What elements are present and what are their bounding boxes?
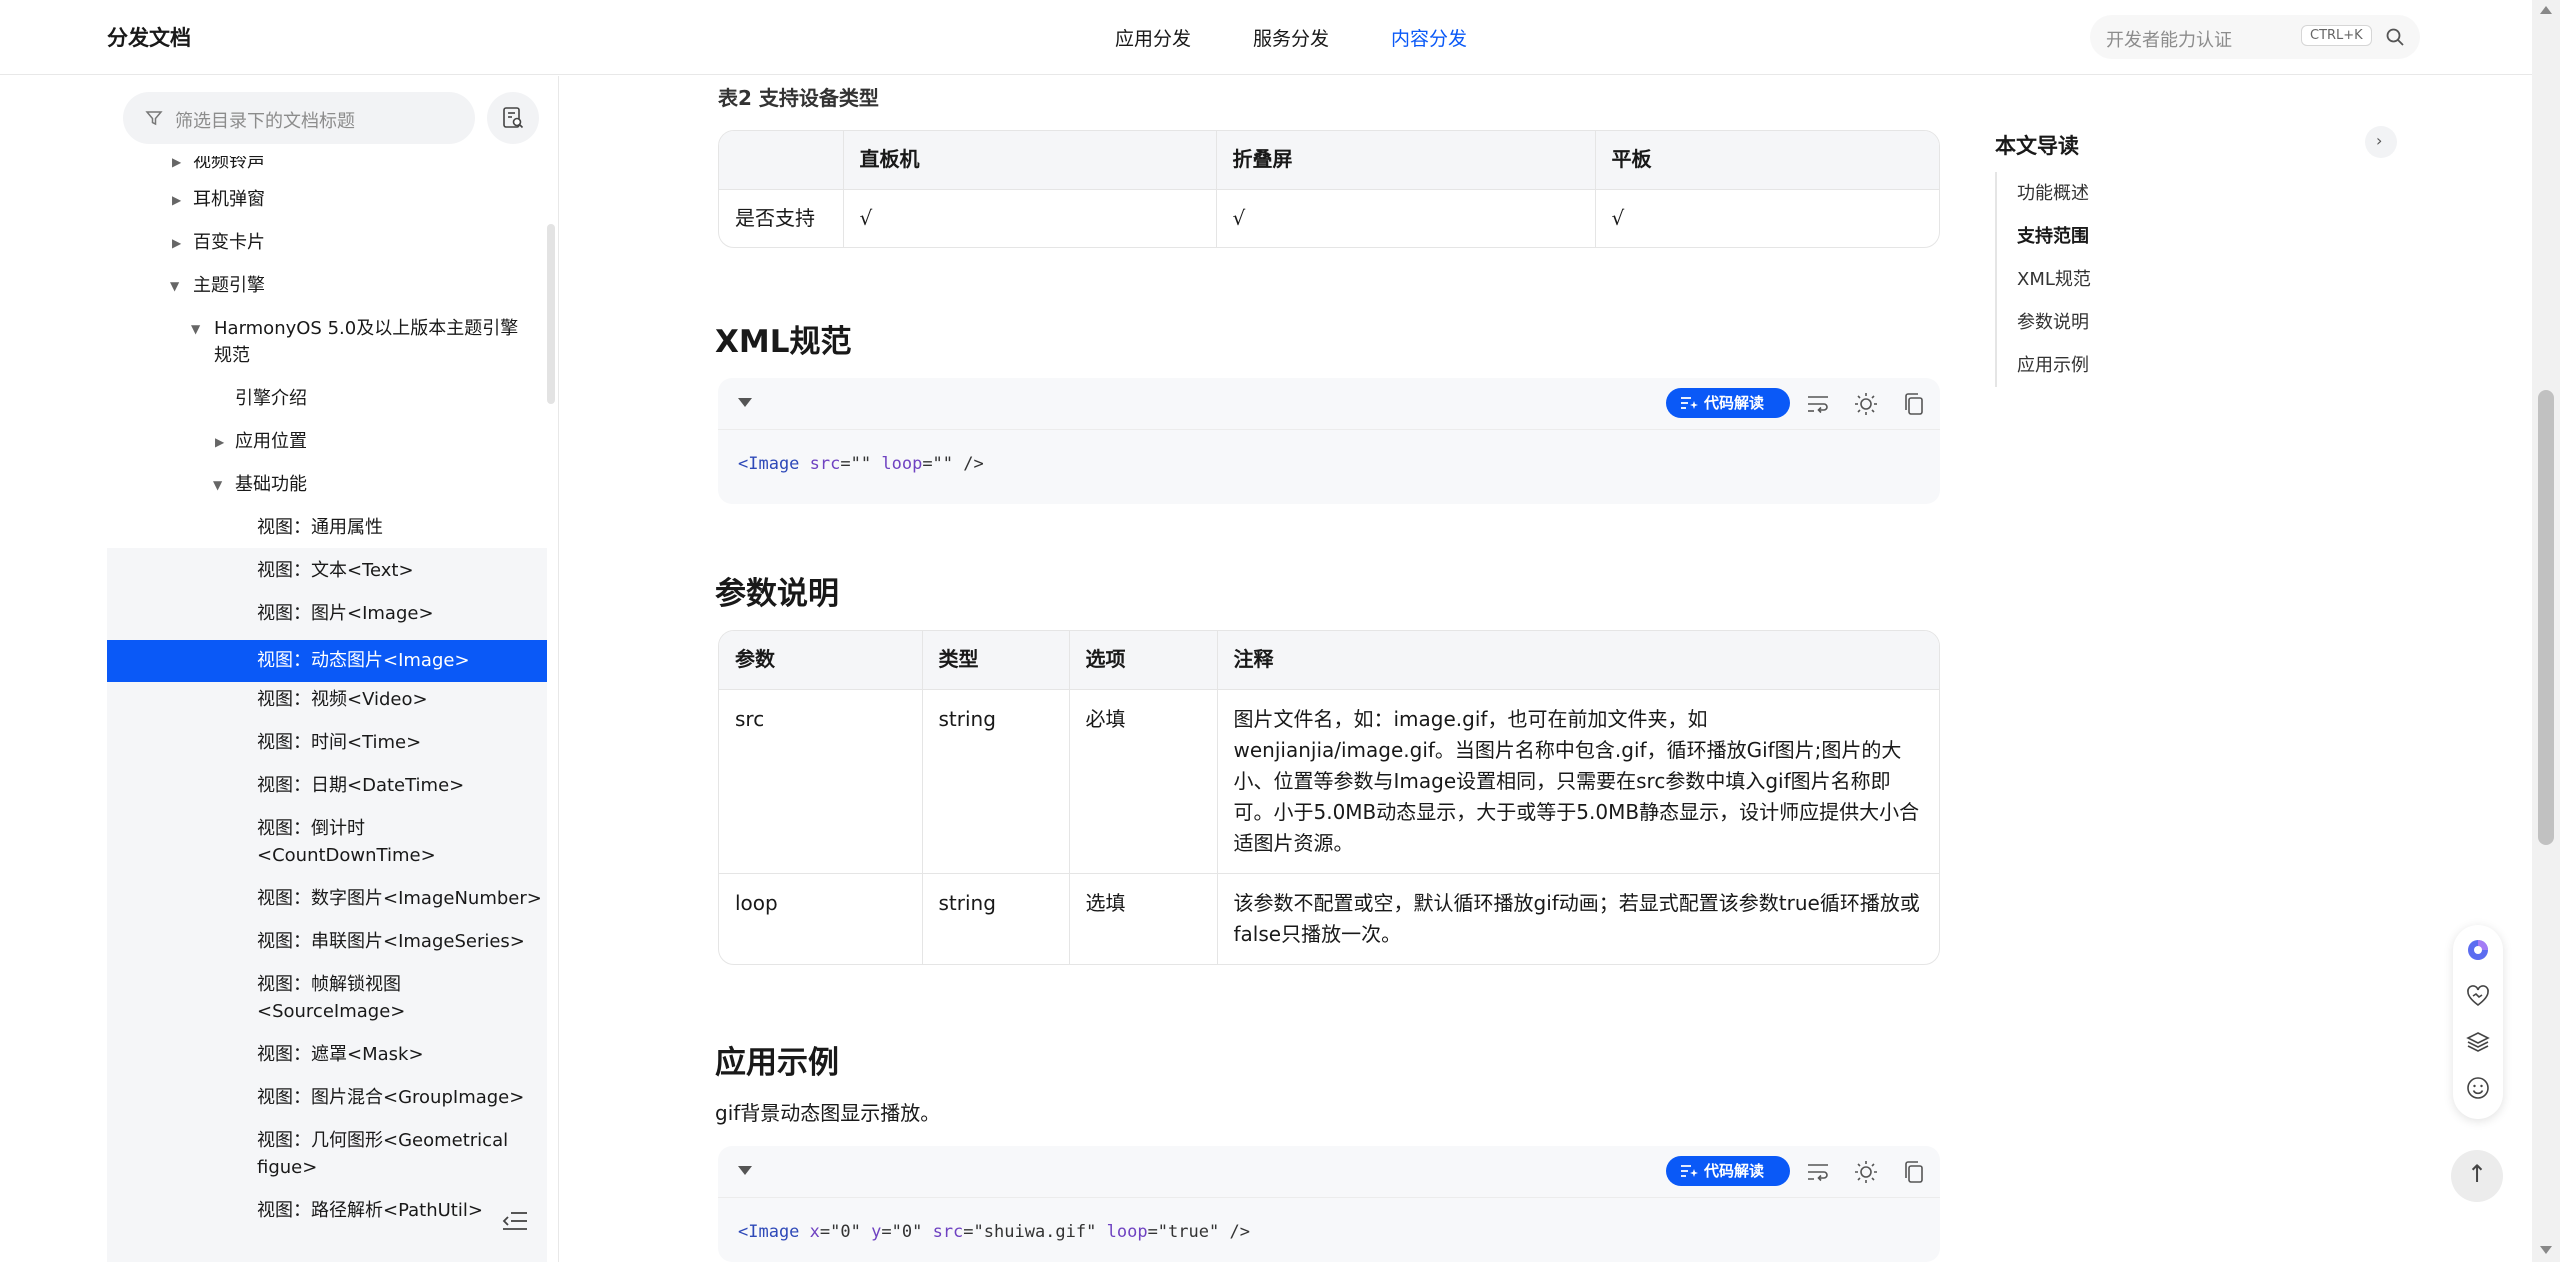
collapse-triangle-icon[interactable] bbox=[738, 398, 752, 407]
table-header-cell: 选项 bbox=[1069, 631, 1218, 689]
heading-example: 应用示例 bbox=[715, 1045, 839, 1081]
scroll-up-arrow[interactable] bbox=[2540, 6, 2552, 14]
table-header-cell: 参数 bbox=[719, 631, 923, 689]
code-explain-button[interactable]: 代码解读 bbox=[1666, 388, 1790, 418]
table-cell: src bbox=[719, 688, 923, 873]
scroll-down-arrow[interactable] bbox=[2540, 1246, 2552, 1254]
code-line: <Image x="0" y="0" src="shuiwa.gif" loop… bbox=[738, 1222, 1250, 1242]
brand-title[interactable]: 分发文档 bbox=[107, 22, 191, 52]
search-box[interactable]: 开发者能力认证 CTRL+K bbox=[2090, 15, 2420, 59]
table-cell: 选填 bbox=[1069, 872, 1218, 964]
toc-title: 本文导读 bbox=[1995, 134, 2079, 158]
tree-item-selected[interactable]: 视图：动态图片<Image> bbox=[107, 640, 547, 682]
table-cell: √ bbox=[1595, 188, 1939, 247]
favorite-heart-icon[interactable] bbox=[2466, 984, 2490, 1008]
table-header-cell: 直板机 bbox=[843, 131, 1217, 189]
table-cell: 必填 bbox=[1069, 688, 1218, 873]
toc-toggle-button[interactable]: › bbox=[2365, 126, 2397, 158]
back-to-top-button[interactable]: ↑ bbox=[2451, 1150, 2503, 1202]
doc-search-icon bbox=[503, 107, 524, 129]
filter-input[interactable]: 筛选目录下的文档标题 bbox=[175, 107, 355, 133]
assistant-icon[interactable] bbox=[2466, 938, 2490, 962]
search-icon[interactable] bbox=[2385, 27, 2405, 47]
theme-sun-icon[interactable] bbox=[1854, 1160, 1878, 1184]
copy-icon[interactable] bbox=[1902, 1160, 1926, 1184]
filter-icon bbox=[145, 111, 163, 126]
heading-xml: XML规范 bbox=[715, 324, 852, 360]
table-header-cell: 类型 bbox=[922, 631, 1070, 689]
layers-icon[interactable] bbox=[2466, 1030, 2490, 1054]
code-toolbar: 代码解读 bbox=[718, 1146, 1940, 1198]
chevron-right-icon: › bbox=[2376, 131, 2383, 150]
toc-item-active[interactable]: 支持范围 bbox=[2017, 215, 2091, 258]
code-block-xml: 代码解读 <Image src="" loop="" /> bbox=[718, 378, 1940, 504]
table-header-cell bbox=[719, 131, 844, 189]
sidebar: 筛选目录下的文档标题 ▶ 视频铃声 ▶ 耳机弹窗 ▶ 百变卡片 ▼ 主题引擎 ▼ Harm… bbox=[107, 76, 559, 1262]
code-toolbar: 代码解读 bbox=[718, 378, 1940, 430]
toc-list: 功能概述 支持范围 XML规范 参数说明 应用示例 bbox=[1995, 172, 2091, 387]
arrow-up-icon: ↑ bbox=[2467, 1160, 2488, 1188]
table-cell: 图片文件名，如：image.gif，也可在前加文件夹，如wenjianjia/i… bbox=[1217, 688, 1939, 873]
sidebar-scrollbar[interactable] bbox=[547, 224, 555, 404]
table-row: src string 必填 图片文件名，如：image.gif，也可在前加文件夹… bbox=[719, 688, 1939, 873]
scroll-thumb[interactable] bbox=[2538, 390, 2554, 845]
params-table: 参数 类型 选项 注释 src string 必填 图片文件名，如：image.… bbox=[718, 630, 1940, 965]
search-input[interactable]: 开发者能力认证 bbox=[2106, 26, 2232, 52]
code-block-example: 代码解读 <Image x="0" y="0" src="shuiwa.gif"… bbox=[718, 1146, 1940, 1262]
wrap-lines-icon[interactable] bbox=[1806, 392, 1830, 416]
table-header-cell: 平板 bbox=[1595, 131, 1939, 189]
theme-sun-icon[interactable] bbox=[1854, 392, 1878, 416]
table-cell: √ bbox=[1216, 188, 1596, 247]
table-cell: 是否支持 bbox=[719, 188, 844, 247]
table-cell: string bbox=[922, 688, 1070, 873]
doc-tree: ▶ 视频铃声 ▶ 耳机弹窗 ▶ 百变卡片 ▼ 主题引擎 ▼ HarmonyOS 5.0及以… bbox=[107, 156, 547, 1262]
ai-sparkle-icon bbox=[1681, 1165, 1698, 1177]
doc-search-button[interactable] bbox=[487, 92, 539, 144]
filter-box[interactable]: 筛选目录下的文档标题 bbox=[123, 92, 475, 144]
ai-sparkle-icon bbox=[1681, 397, 1698, 409]
page-scrollbar[interactable] bbox=[2532, 0, 2560, 1262]
collapse-triangle-icon[interactable] bbox=[738, 1166, 752, 1175]
copy-icon[interactable] bbox=[1902, 392, 1926, 416]
wrap-lines-icon[interactable] bbox=[1806, 1160, 1830, 1184]
collapse-sidebar-icon[interactable] bbox=[502, 1210, 528, 1232]
feedback-smile-icon[interactable] bbox=[2466, 1076, 2490, 1100]
floating-toolbar bbox=[2453, 925, 2503, 1119]
table-cell: string bbox=[922, 872, 1070, 964]
toc-item[interactable]: 功能概述 bbox=[2017, 172, 2091, 215]
toc-item[interactable]: XML规范 bbox=[2017, 258, 2091, 301]
table-cell: loop bbox=[719, 872, 923, 964]
app-root: 分发文档 应用分发 服务分发 内容分发 开发者能力认证 CTRL+K 筛选目录下… bbox=[0, 0, 2560, 1262]
toc-item[interactable]: 应用示例 bbox=[2017, 344, 2091, 387]
shortcut-badge: CTRL+K bbox=[2301, 25, 2372, 46]
table-row: loop string 选填 该参数不配置或空，默认循环播放gif动画；若显式配… bbox=[719, 872, 1939, 964]
code-explain-label: 代码解读 bbox=[1704, 394, 1765, 412]
table-header-cell: 注释 bbox=[1217, 631, 1939, 689]
code-explain-label: 代码解读 bbox=[1704, 1162, 1765, 1180]
table-cell: √ bbox=[843, 188, 1217, 247]
table-header-cell: 折叠屏 bbox=[1216, 131, 1596, 189]
code-line: <Image src="" loop="" /> bbox=[738, 454, 984, 474]
table-row: 是否支持 √ √ √ bbox=[719, 188, 1939, 247]
device-support-table: 直板机 折叠屏 平板 是否支持 √ √ √ bbox=[718, 130, 1940, 248]
code-explain-button[interactable]: 代码解读 bbox=[1666, 1156, 1790, 1186]
toc-item[interactable]: 参数说明 bbox=[2017, 301, 2091, 344]
table-cell: 该参数不配置或空，默认循环播放gif动画；若显式配置该参数true循环播放或fa… bbox=[1217, 872, 1939, 964]
example-text: gif背景动态图显示播放。 bbox=[715, 1101, 941, 1125]
heading-params: 参数说明 bbox=[715, 576, 839, 612]
table-caption: 表2 支持设备类型 bbox=[718, 86, 879, 110]
main-content: 表2 支持设备类型 直板机 折叠屏 平板 是否支持 √ √ √ XML规范 代码… bbox=[715, 0, 1940, 1262]
